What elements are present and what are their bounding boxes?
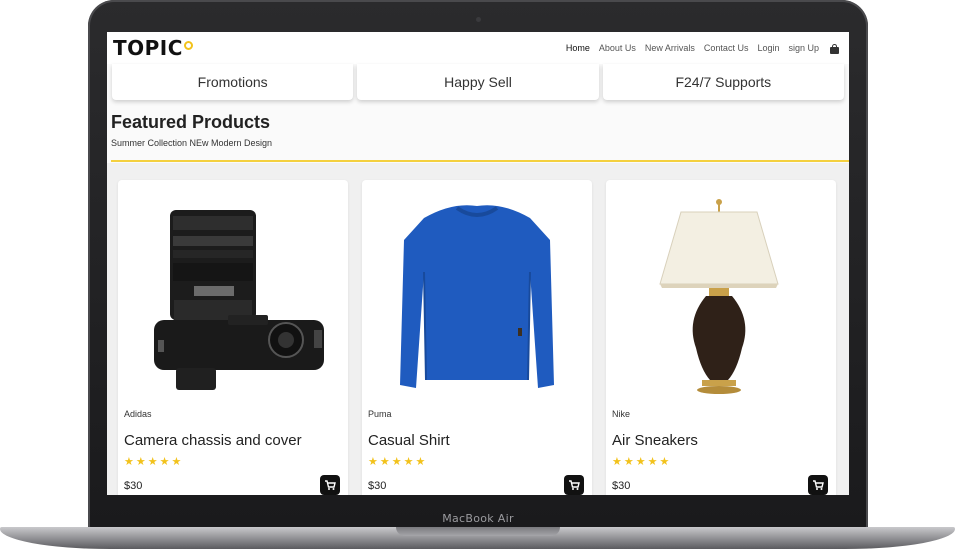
add-to-cart-button[interactable]: [564, 475, 584, 495]
product-card-camera[interactable]: Adidas Camera chassis and cover ★ ★ ★ ★ …: [118, 180, 348, 495]
product-price: $30: [612, 480, 631, 492]
nav-login[interactable]: Login: [757, 43, 779, 53]
logo[interactable]: TOPIC: [113, 36, 193, 60]
product-price: $30: [368, 480, 387, 492]
star-icon: ★: [124, 455, 134, 468]
section-divider: [111, 160, 849, 162]
product-card-shirt[interactable]: Puma Casual Shirt ★ ★ ★ ★ ★ $30: [362, 180, 592, 495]
product-brand: Adidas: [124, 409, 152, 419]
lamp-image: [659, 199, 779, 394]
screen: TOPIC Home About Us New Arrivals Contact…: [107, 32, 849, 495]
sweater-image: [400, 205, 554, 388]
feature-happy-sell: Happy Sell: [357, 64, 599, 100]
feature-boxes: Fromotions Happy Sell F24/7 Supports: [112, 64, 844, 100]
shopping-bag-icon[interactable]: [830, 43, 839, 54]
product-rating: ★ ★ ★ ★ ★: [124, 455, 181, 468]
section-subtitle: Summer Collection NEw Modern Design: [111, 138, 273, 148]
logo-text: TOPIC: [113, 36, 183, 60]
star-icon: ★: [635, 455, 646, 468]
star-icon: ★: [403, 455, 414, 468]
camera-image: [154, 210, 324, 390]
product-card-lamp[interactable]: Nike Air Sneakers ★ ★ ★ ★ ★ $30: [606, 180, 836, 495]
webcam: [476, 17, 481, 22]
star-icon: ★: [647, 455, 658, 468]
nav-about-us[interactable]: About Us: [599, 43, 636, 53]
star-icon: ★: [159, 455, 170, 468]
add-to-cart-button[interactable]: [320, 475, 340, 495]
feature-promotions: Fromotions: [112, 64, 354, 100]
product-name[interactable]: Casual Shirt: [368, 432, 450, 449]
nav-links: Home About Us New Arrivals Contact Us Lo…: [566, 43, 839, 54]
model-label: MacBook Air: [442, 512, 514, 525]
star-icon: ★: [659, 455, 670, 468]
cart-icon: [813, 480, 824, 490]
product-price: $30: [124, 480, 143, 492]
star-icon: ★: [391, 455, 402, 468]
product-brand: Puma: [368, 409, 392, 419]
product-name[interactable]: Camera chassis and cover: [124, 432, 302, 449]
product-grid: Adidas Camera chassis and cover ★ ★ ★ ★ …: [107, 163, 849, 495]
feature-supports: F24/7 Supports: [602, 64, 844, 100]
star-icon: ★: [379, 455, 390, 468]
product-name[interactable]: Air Sneakers: [612, 432, 698, 449]
star-icon: ★: [415, 455, 426, 468]
star-icon: ★: [612, 455, 622, 468]
nav-sign-up[interactable]: sign Up: [788, 43, 819, 53]
star-icon: ★: [135, 455, 146, 468]
nav-new-arrivals[interactable]: New Arrivals: [645, 43, 695, 53]
cart-icon: [325, 480, 336, 490]
navbar: TOPIC Home About Us New Arrivals Contact…: [107, 32, 849, 64]
logo-dot-icon: [183, 40, 193, 50]
section-title: Featured Products: [111, 112, 271, 132]
laptop-notch: [396, 527, 560, 536]
cart-icon: [569, 480, 580, 490]
nav-home[interactable]: Home: [566, 43, 590, 53]
star-icon: ★: [147, 455, 158, 468]
product-rating: ★ ★ ★ ★ ★: [612, 455, 669, 468]
nav-contact-us[interactable]: Contact Us: [704, 43, 749, 53]
product-rating: ★ ★ ★ ★ ★: [368, 455, 425, 468]
star-icon: ★: [171, 455, 182, 468]
star-icon: ★: [368, 455, 378, 468]
product-brand: Nike: [612, 409, 631, 419]
add-to-cart-button[interactable]: [808, 475, 828, 495]
star-icon: ★: [623, 455, 634, 468]
